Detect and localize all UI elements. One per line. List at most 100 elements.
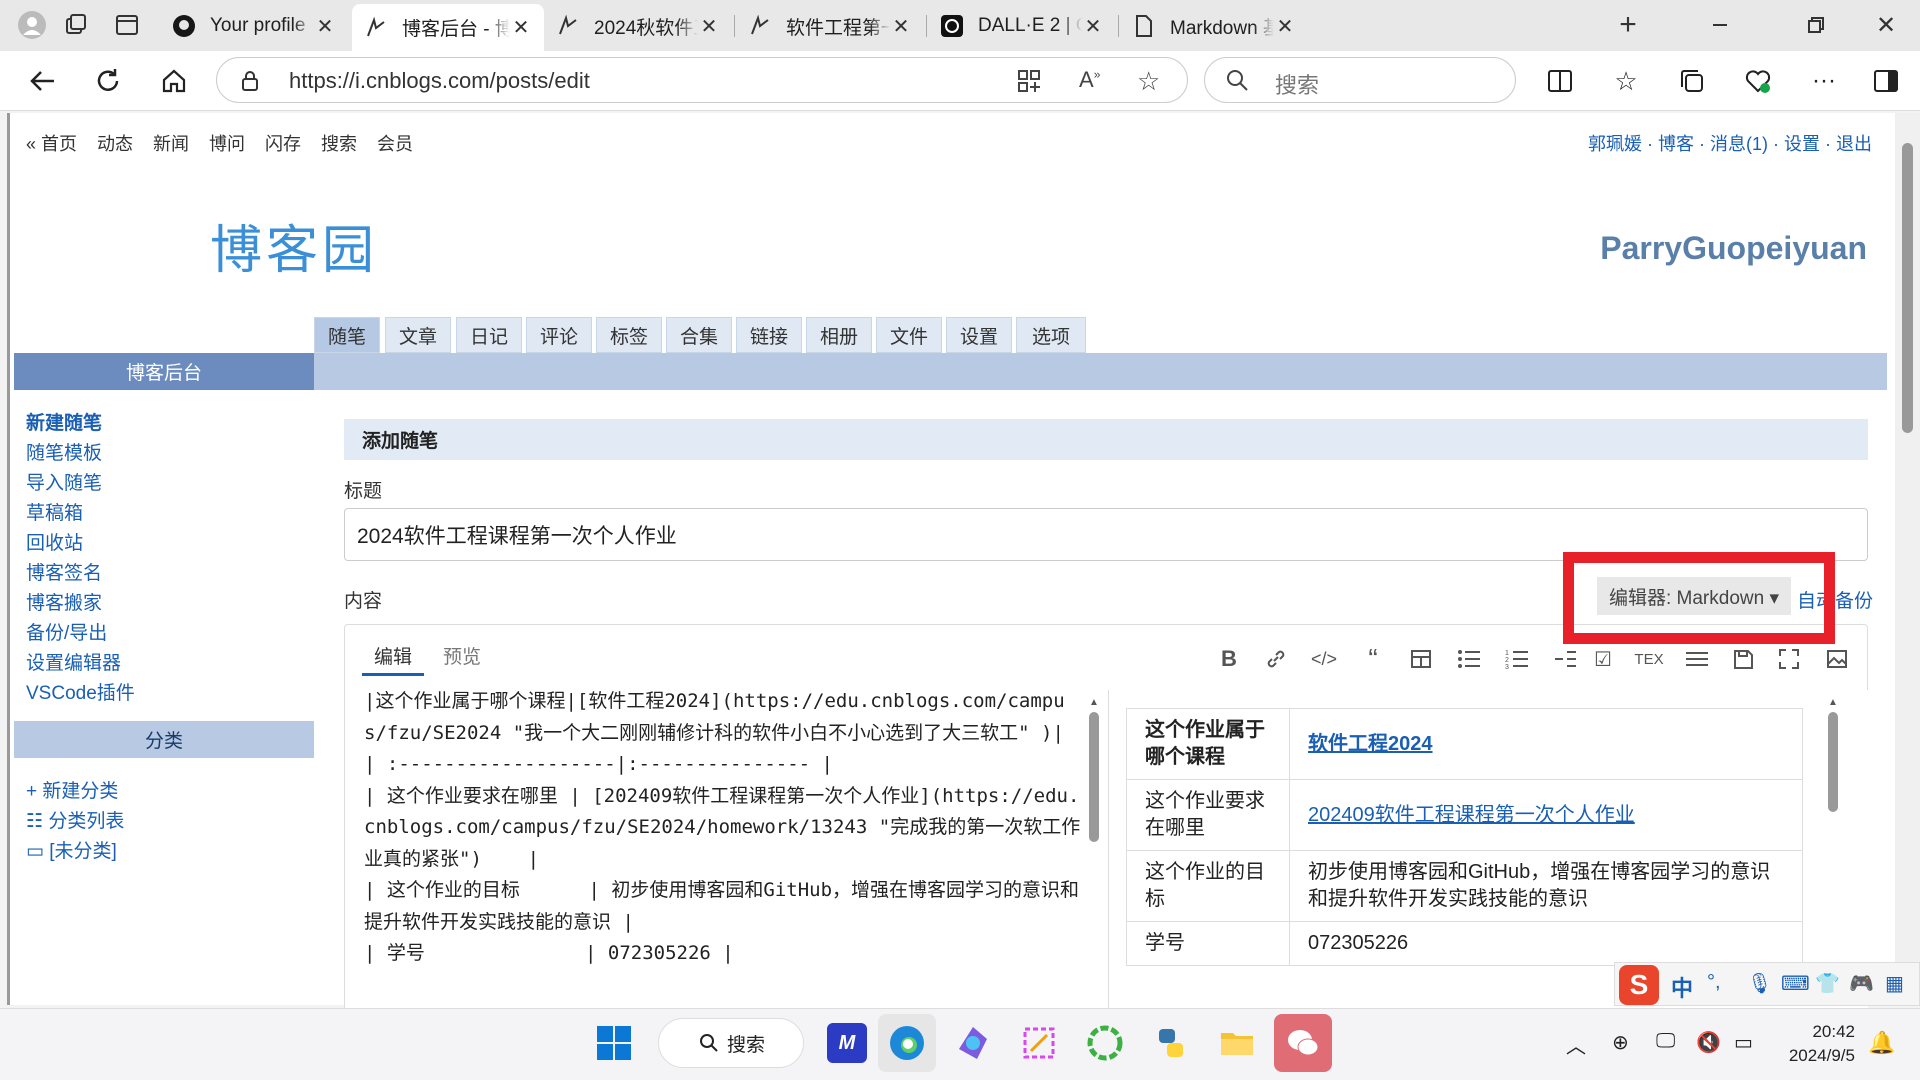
wechat-icon[interactable] [1274, 1014, 1332, 1072]
minimize-icon[interactable] [1700, 5, 1740, 45]
tex-icon[interactable]: TEX [1634, 644, 1664, 674]
tab-diary[interactable]: 日记 [456, 317, 522, 353]
logout-link[interactable]: 退出 [1836, 134, 1872, 154]
tab-posts[interactable]: 随笔 [314, 317, 380, 353]
close-window-icon[interactable]: ✕ [1866, 5, 1906, 45]
bullet-list-icon[interactable] [1454, 644, 1484, 674]
save-icon[interactable] [1728, 644, 1758, 674]
new-tab-icon[interactable]: + [1608, 5, 1648, 45]
tab-settings[interactable]: 设置 [946, 317, 1012, 353]
quote-icon[interactable]: “ [1358, 643, 1388, 674]
tab-actions-icon[interactable] [107, 5, 147, 45]
cnblogs-logo[interactable]: 博客园 [210, 208, 378, 283]
split-screen-icon[interactable] [1540, 61, 1580, 101]
favorites-icon[interactable]: ☆ [1606, 61, 1646, 101]
keyboard-icon[interactable]: ⌨ [1781, 971, 1810, 996]
close-icon[interactable]: ✕ [890, 14, 912, 39]
close-icon[interactable]: ✕ [698, 14, 720, 39]
skin-icon[interactable]: 👕 [1815, 971, 1840, 996]
nav-qa-link[interactable]: 博问 [209, 134, 245, 154]
taskbar-search[interactable]: 搜索 [658, 1018, 804, 1068]
tab-articles[interactable]: 文章 [385, 317, 451, 353]
messages-link[interactable]: 消息(1) [1710, 134, 1768, 154]
sidebar-item-recycle-bin[interactable]: 回收站 [26, 528, 83, 555]
tab-links[interactable]: 链接 [736, 317, 802, 353]
blog-link[interactable]: 博客 [1658, 134, 1694, 154]
editor-scrollbar[interactable]: ▲ [1088, 697, 1100, 1007]
tab-options[interactable]: 选项 [1016, 317, 1086, 353]
read-aloud-icon[interactable]: A» [1079, 67, 1100, 93]
edge-icon[interactable] [878, 1014, 936, 1072]
close-icon[interactable]: ✕ [1274, 14, 1296, 39]
user-name-link[interactable]: 郭珮媛 [1588, 134, 1642, 154]
tab-1[interactable]: 博客后台 - 博客园 ✕ [352, 4, 544, 51]
toolbox-icon[interactable]: 🎮 [1849, 971, 1874, 996]
sidebar-item-import[interactable]: 导入随笔 [26, 468, 102, 495]
nav-feed-link[interactable]: 动态 [97, 134, 133, 154]
sidebar-item-vscode[interactable]: VSCode插件 [26, 678, 135, 705]
chevron-up-icon[interactable]: ︿ [1566, 1030, 1586, 1059]
notification-bell-icon[interactable]: 🔔 [1868, 1030, 1895, 1056]
volume-muted-icon[interactable]: 🔇 [1696, 1030, 1721, 1055]
link-icon[interactable] [1261, 644, 1291, 674]
snipping-tool-icon[interactable] [1010, 1014, 1068, 1072]
system-clock[interactable]: 20:42 2024/9/5 [1768, 1020, 1855, 1068]
preview-scrollbar-thumb[interactable] [1828, 712, 1838, 812]
address-bar[interactable]: https://i.cnblogs.com/posts/edit A» ☆ [216, 57, 1188, 103]
ime-language[interactable]: 中 [1671, 971, 1693, 1003]
close-icon[interactable]: ✕ [1082, 14, 1104, 39]
file-explorer-icon[interactable] [1208, 1014, 1266, 1072]
fullscreen-icon[interactable] [1774, 644, 1804, 674]
grid-menu-icon[interactable]: ▦ [1885, 971, 1904, 996]
tab-preview[interactable]: 预览 [443, 642, 481, 669]
course-link[interactable]: 软件工程2024 [1308, 733, 1433, 755]
battery-icon[interactable]: ▭ [1734, 1030, 1753, 1055]
search-box[interactable]: 搜索 [1204, 57, 1516, 103]
app-icon-1[interactable]: M [818, 1014, 876, 1072]
new-category-link[interactable]: + 新建分类 [26, 776, 118, 803]
back-icon[interactable] [22, 61, 62, 101]
app-available-icon[interactable] [1017, 69, 1041, 98]
python-icon[interactable] [1142, 1014, 1200, 1072]
page-scrollbar[interactable] [1895, 113, 1920, 1005]
horizontal-rule-icon[interactable] [1682, 644, 1712, 674]
markdown-source-textarea[interactable]: |这个作业属于哪个课程|[软件工程2024](https://edu.cnblo… [364, 686, 1084, 970]
nav-search-link[interactable]: 搜索 [321, 134, 357, 154]
tab-tags[interactable]: 标签 [596, 317, 662, 353]
sidebar-icon[interactable] [1866, 61, 1906, 101]
indent-icon[interactable] [1550, 644, 1580, 674]
punctuation-icon[interactable]: °, [1707, 971, 1721, 994]
table-icon[interactable] [1406, 644, 1436, 674]
tab-3[interactable]: 软件工程第一次作 ✕ [736, 5, 924, 47]
copilot-icon[interactable] [944, 1014, 1002, 1072]
sidebar-item-signature[interactable]: 博客签名 [26, 558, 102, 585]
sidebar-item-templates[interactable]: 随笔模板 [26, 438, 102, 465]
network-icon[interactable]: 🖵 [1656, 1030, 1675, 1053]
sidebar-item-migrate[interactable]: 博客搬家 [26, 588, 102, 615]
tab-collections[interactable]: 合集 [666, 317, 732, 353]
nav-flash-link[interactable]: 闪存 [265, 134, 301, 154]
close-icon[interactable]: ✕ [510, 15, 532, 40]
numbered-list-icon[interactable]: 123 [1502, 644, 1532, 674]
category-list-link[interactable]: ☷ 分类列表 [26, 806, 124, 833]
nav-home-link[interactable]: « 首页 [26, 134, 77, 154]
tab-comments[interactable]: 评论 [526, 317, 592, 353]
sidebar-item-drafts[interactable]: 草稿箱 [26, 498, 83, 525]
refresh-icon[interactable] [88, 61, 128, 101]
sidebar-item-editor-settings[interactable]: 设置编辑器 [26, 648, 121, 675]
close-icon[interactable]: ✕ [314, 14, 336, 39]
preview-scrollbar[interactable]: ▲ [1826, 697, 1840, 1007]
code-icon[interactable]: </> [1309, 644, 1339, 674]
uncategorized-link[interactable]: ▭ [未分类] [26, 836, 117, 863]
start-icon[interactable] [585, 1014, 643, 1072]
collections-icon[interactable] [1672, 61, 1712, 101]
favorite-star-icon[interactable]: ☆ [1137, 66, 1160, 97]
nav-vip-link[interactable]: 会员 [377, 134, 413, 154]
workspaces-icon[interactable] [56, 5, 96, 45]
more-icon[interactable]: ··· [1804, 61, 1844, 101]
tab-albums[interactable]: 相册 [806, 317, 872, 353]
sogou-icon[interactable]: S [1619, 965, 1659, 1005]
settings-link[interactable]: 设置 [1784, 134, 1820, 154]
tab-0[interactable]: Your profile ✕ [160, 5, 348, 47]
homework-link[interactable]: 202409软件工程课程第一次个人作业 [1308, 804, 1635, 826]
